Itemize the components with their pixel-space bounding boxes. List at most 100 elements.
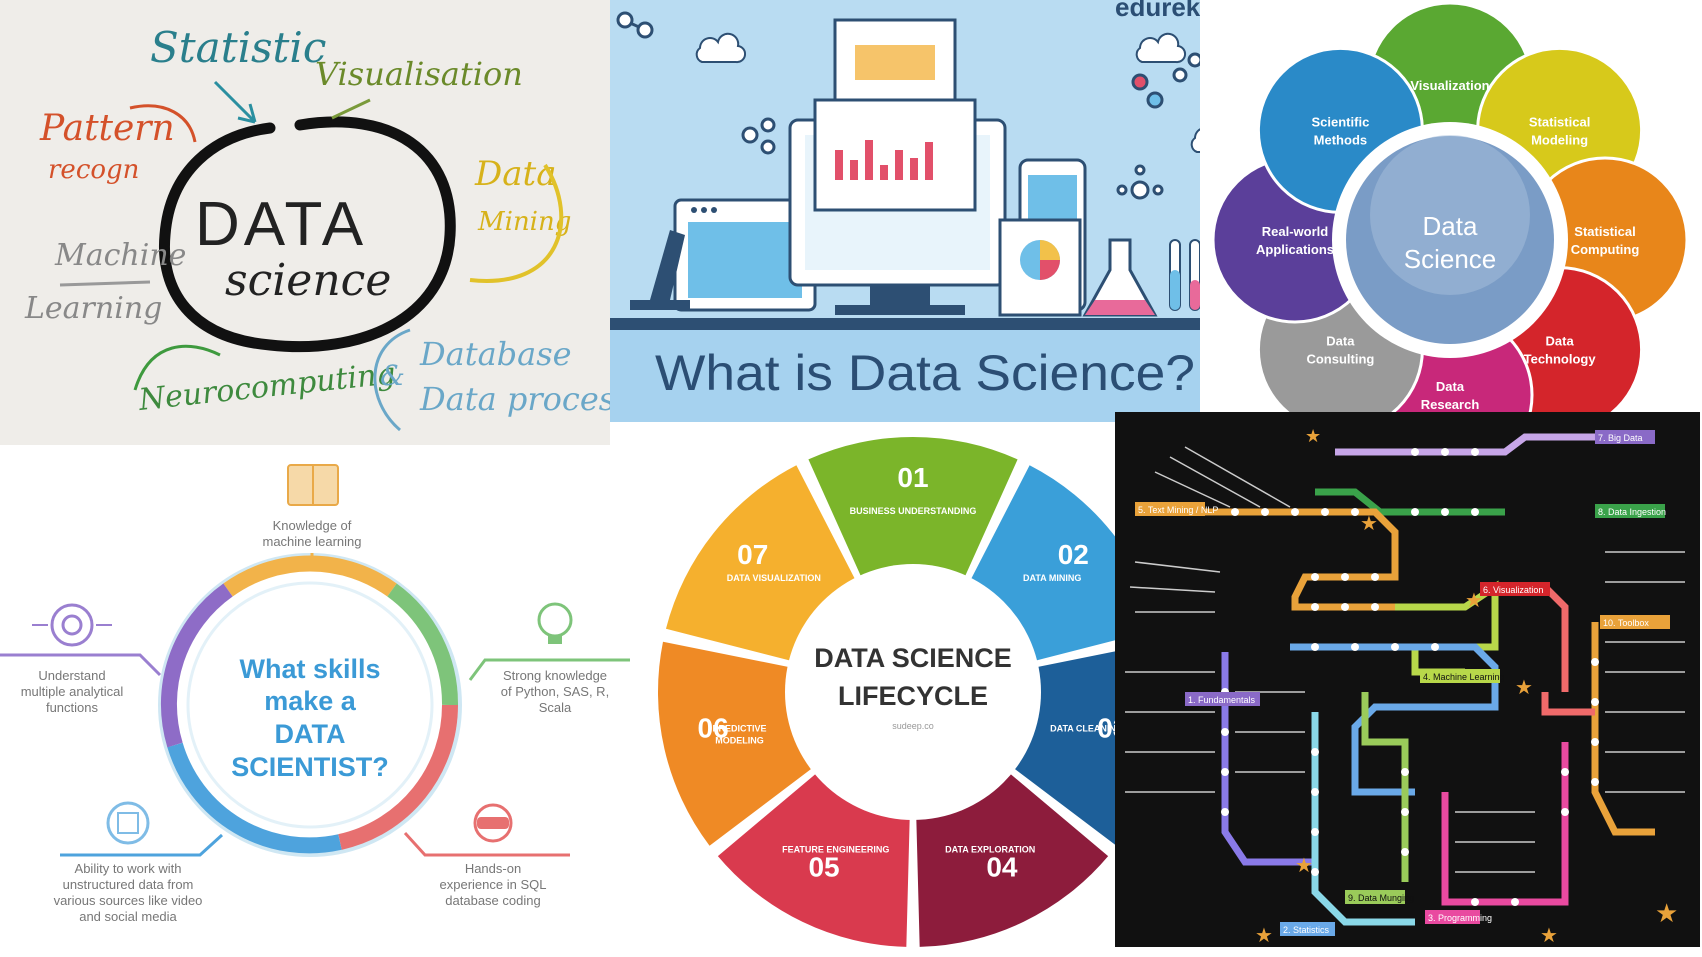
gear-chip-icon: [32, 603, 112, 647]
petal-label2-1: Modeling: [1531, 132, 1588, 147]
metro-stations: [1221, 448, 1599, 906]
metro-label-text-mining: 5. Text Mining / NLP: [1138, 505, 1218, 515]
vr-headset-icon: [473, 803, 513, 843]
lifecycle-step-number: 04: [986, 852, 1018, 883]
skill-bl-l2: unstructured data from: [63, 877, 194, 892]
lifecycle-step-label: DATA MINING: [1023, 573, 1081, 583]
metro-label-statistics: 2. Statistics: [1283, 925, 1330, 935]
metro-label-data-ingestion: 8. Data Ingestion: [1598, 507, 1666, 517]
skill-bl-l1: Ability to work with: [75, 861, 182, 876]
desk-line: [610, 318, 1255, 330]
lifecycle-title-l2: LIFECYCLE: [838, 681, 988, 711]
skill-bl-l3: various sources like video: [54, 893, 203, 908]
skill-right-l1: Strong knowledge: [503, 668, 607, 683]
book-icon: [287, 464, 339, 506]
lifecycle-step-number: 02: [1058, 539, 1089, 570]
svg-text:★: ★: [1295, 855, 1313, 877]
lifecycle-step-label: BUSINESS UNDERSTANDING: [850, 506, 977, 516]
skills-canvas: What skills make a DATA SCIENTIST? Knowl…: [0, 464, 630, 924]
lifecycle-step-label: PREDICTIVE: [712, 724, 766, 734]
metro-label-programming: 3. Programming: [1428, 913, 1492, 923]
svg-text:★: ★: [1655, 898, 1678, 928]
petal-label2-5: Consulting: [1306, 352, 1374, 367]
lifecycle-step-number: 01: [897, 462, 928, 493]
word-database: Database: [419, 335, 572, 373]
arrow-statistic: [213, 80, 257, 124]
lifecycle-step-label: DATA CLEANING: [1050, 724, 1120, 734]
skills-title-l4: SCIENTIST?: [231, 752, 389, 782]
ring-seg-purple: [160, 583, 233, 748]
illustration-canvas: edureka! What is Data Science?: [610, 0, 1255, 422]
petal-label-5: Data: [1326, 334, 1355, 349]
skill-left-l2: multiple analytical: [21, 684, 124, 699]
panel-data-science-flower: Visualization Statistical Modeling Statisti…: [1200, 0, 1702, 475]
panel2-title: What is Data Science?: [655, 345, 1195, 401]
skill-top-l1: Knowledge of: [273, 518, 352, 533]
skills-title-l2: make a: [264, 686, 357, 716]
skill-left-l1: Understand: [38, 668, 105, 683]
lifecycle-step-number: 05: [808, 852, 839, 883]
word-mining: Mining: [477, 207, 571, 237]
skills-title-l3: DATA: [275, 719, 346, 749]
connector-br: [403, 831, 570, 857]
petal-label2-4: Research: [1421, 397, 1480, 412]
skill-br-l3: database coding: [445, 893, 540, 908]
petal-label-3: Data: [1546, 334, 1575, 349]
word-learning: Learning: [24, 291, 162, 326]
skills-title-l1: What skills: [239, 654, 380, 684]
petal-label-1: Statistical: [1529, 114, 1590, 129]
svg-text:★: ★: [1360, 513, 1378, 535]
metro-label-machine-learning: 4. Machine Learning: [1423, 672, 1505, 682]
document-sheet: [813, 18, 977, 212]
word-machine: Machine: [54, 238, 186, 273]
sketch-canvas: DATA science Statistic Visualisation Pat…: [24, 23, 610, 432]
petal-label-2: Statistical: [1574, 224, 1635, 239]
petal-label2-7: Methods: [1314, 132, 1367, 147]
sketch-center-title: DATA: [195, 190, 367, 259]
metro-label-data-munging: 9. Data Munging: [1348, 893, 1414, 903]
skill-top-l2: machine learning: [262, 534, 361, 549]
lifecycle-step-number: 07: [737, 539, 768, 570]
skill-br-l1: Hands-on: [465, 861, 521, 876]
panel-metro-map: ★ ★ ★ ★ ★ ★ ★ ★ 5. Text Mining / NLP 7. …: [1115, 412, 1700, 947]
metro-label-toolbox: 10. Toolbox: [1603, 618, 1649, 628]
word-ampersand: &: [380, 359, 405, 392]
skill-br-l2: experience in SQL: [440, 877, 547, 892]
metro-label-visualization: 6. Visualization: [1483, 585, 1543, 595]
lifecycle-step-label: DATA VISUALIZATION: [727, 573, 821, 583]
metro-label-big-data: 7. Big Data: [1598, 433, 1643, 443]
lifecycle-step-label: FEATURE ENGINEERING: [782, 844, 889, 854]
sketch-center-subtitle: science: [225, 255, 391, 306]
petal-label-7: Scientific: [1312, 114, 1370, 129]
petal-label2-6: Applications: [1256, 242, 1334, 257]
flask: [1082, 238, 1158, 317]
panel-data-science-lifecycle: 01BUSINESS UNDERSTANDING02DATA MINING03D…: [650, 422, 1120, 957]
skill-left-l3: functions: [46, 700, 99, 715]
word-data: Data: [474, 154, 556, 194]
word-pattern: Pattern: [39, 108, 175, 149]
lightbulb-icon: [537, 602, 573, 644]
skill-right-l3: Scala: [539, 700, 572, 715]
panel-data-scientist-skills: What skills make a DATA SCIENTIST? Knowl…: [0, 445, 650, 957]
svg-text:★: ★: [1255, 925, 1273, 947]
panel-what-is-data-science: edureka! What is Data Science?: [610, 0, 1255, 422]
lifecycle-brand: sudeep.co: [892, 721, 934, 731]
flower-center-line2: Science: [1404, 244, 1497, 274]
word-visualisation: Visualisation: [315, 55, 523, 93]
lifecycle-step-label2: MODELING: [715, 736, 764, 746]
lifecycle-canvas: 01BUSINESS UNDERSTANDING02DATA MINING03D…: [658, 437, 1120, 947]
petal-label2-3: Technology: [1524, 352, 1597, 367]
petal-label2-2: Computing: [1571, 242, 1640, 257]
arrow-machine: [59, 280, 151, 287]
petal-label-0: Visualization: [1410, 78, 1489, 93]
metro-label-fundamentals: 1. Fundamentals: [1188, 695, 1256, 705]
flower-center-line1: Data: [1423, 211, 1478, 241]
svg-text:★: ★: [1540, 925, 1558, 947]
svg-text:★: ★: [1515, 677, 1533, 699]
arrow-visualisation: [331, 98, 371, 120]
pie-document: [998, 218, 1082, 317]
lifecycle-step-label: DATA EXPLORATION: [945, 844, 1035, 854]
word-neurocomputing: Neurocomputing: [136, 356, 397, 418]
panel-data-science-sketch: DATA science Statistic Visualisation Pat…: [0, 0, 610, 445]
word-statistic: Statistic: [150, 23, 326, 72]
